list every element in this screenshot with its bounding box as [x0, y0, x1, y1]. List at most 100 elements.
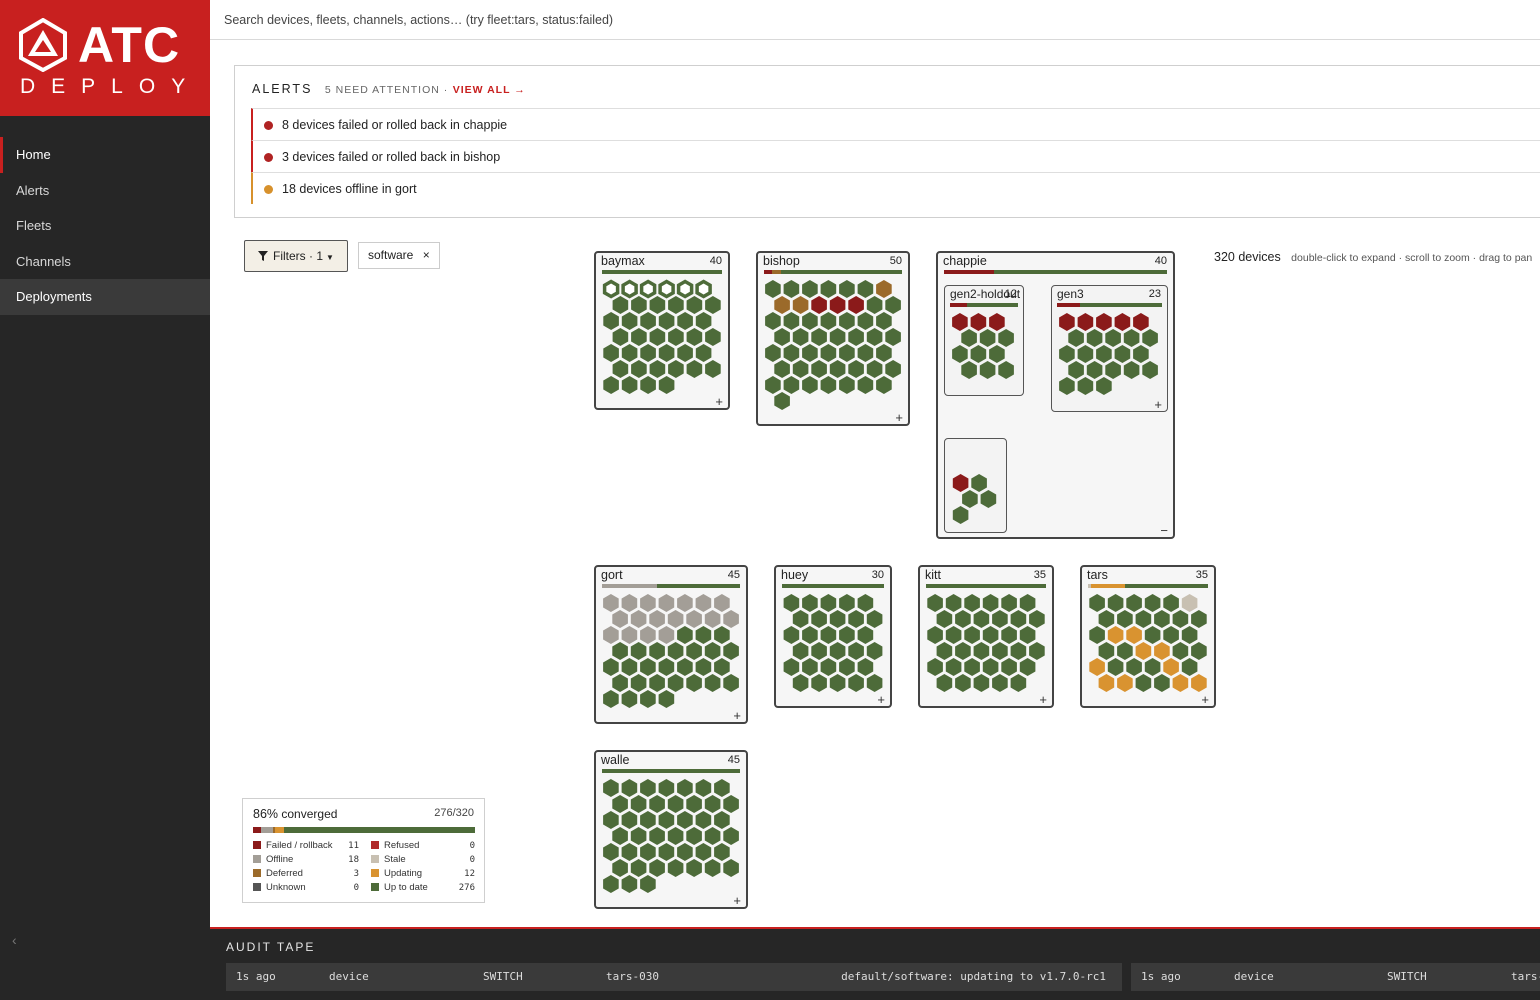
device-hex[interactable] — [1107, 626, 1124, 644]
device-hex[interactable] — [1089, 594, 1105, 612]
device-hex[interactable] — [686, 642, 702, 660]
collapse-sidebar-icon[interactable]: ‹ — [12, 932, 17, 948]
device-hex[interactable] — [686, 296, 703, 314]
device-hex[interactable] — [704, 610, 721, 628]
device-hex[interactable] — [783, 658, 800, 676]
device-hex[interactable] — [658, 312, 675, 330]
device-hex[interactable] — [982, 594, 999, 612]
device-hex[interactable] — [630, 610, 647, 628]
device-hex[interactable] — [723, 674, 739, 692]
device-hex[interactable] — [640, 811, 656, 829]
device-hex[interactable] — [658, 594, 675, 612]
device-hex[interactable] — [1181, 658, 1198, 676]
device-hex[interactable] — [982, 658, 999, 676]
device-hex[interactable] — [961, 361, 977, 379]
device-hex[interactable] — [667, 827, 684, 845]
device-hex[interactable] — [667, 674, 684, 692]
collapse-fleet-icon[interactable]: − — [1160, 523, 1168, 538]
device-hex[interactable] — [783, 344, 800, 362]
device-hex[interactable] — [1172, 610, 1189, 628]
device-hex[interactable] — [1086, 329, 1103, 347]
device-hex[interactable] — [1126, 626, 1142, 644]
device-hex[interactable] — [1077, 377, 1094, 395]
device-hex[interactable] — [848, 296, 864, 314]
device-hex[interactable] — [857, 658, 874, 676]
device-hex[interactable] — [631, 296, 647, 314]
device-hex[interactable] — [857, 312, 874, 330]
device-hex[interactable] — [695, 594, 712, 612]
device-hex[interactable] — [802, 626, 818, 644]
device-hex[interactable] — [1135, 674, 1152, 692]
device-hex[interactable] — [1117, 642, 1133, 660]
device-hex[interactable] — [649, 674, 665, 692]
brand-logo[interactable]: ATC DEPLOY — [0, 0, 210, 116]
device-hex[interactable] — [649, 296, 666, 314]
fleet-card-bishop[interactable]: bishop 50 + — [756, 251, 910, 426]
device-hex[interactable] — [621, 779, 638, 797]
device-hex[interactable] — [774, 328, 790, 346]
device-hex[interactable] — [792, 360, 809, 378]
device-hex[interactable] — [802, 658, 818, 676]
device-hex[interactable] — [866, 674, 883, 692]
device-hex[interactable] — [829, 610, 846, 628]
device-hex[interactable] — [1191, 610, 1207, 628]
device-hex[interactable] — [1191, 674, 1207, 692]
expand-fleet-icon[interactable]: + — [733, 708, 741, 723]
device-hex[interactable] — [1154, 642, 1170, 660]
device-hex[interactable] — [695, 626, 712, 644]
device-hex[interactable] — [820, 658, 837, 676]
device-hex[interactable] — [927, 658, 943, 676]
device-hex[interactable] — [848, 610, 864, 628]
device-hex[interactable] — [640, 658, 656, 676]
device-hex[interactable] — [649, 642, 665, 660]
device-hex[interactable] — [802, 280, 818, 298]
device-hex[interactable] — [936, 642, 953, 660]
filter-chip[interactable]: software × — [358, 242, 440, 269]
device-hex[interactable] — [658, 843, 675, 861]
device-hex[interactable] — [970, 345, 987, 363]
device-hex[interactable] — [723, 827, 739, 845]
device-hex[interactable] — [1077, 345, 1094, 363]
device-hex[interactable] — [668, 360, 684, 378]
device-hex[interactable] — [621, 626, 638, 644]
device-hex[interactable] — [640, 594, 656, 612]
device-hex[interactable] — [612, 795, 628, 813]
device-hex[interactable] — [677, 843, 693, 861]
device-hex[interactable] — [964, 658, 980, 676]
device-hex[interactable] — [774, 392, 790, 410]
device-hex[interactable] — [857, 594, 874, 612]
device-hex[interactable] — [677, 312, 693, 330]
device-hex[interactable] — [820, 344, 837, 362]
device-hex[interactable] — [792, 642, 809, 660]
device-hex[interactable] — [1105, 361, 1121, 379]
device-hex[interactable] — [1096, 377, 1112, 395]
device-hex[interactable] — [1019, 626, 1036, 644]
device-hex[interactable] — [952, 474, 969, 492]
device-hex[interactable] — [695, 658, 712, 676]
device-hex[interactable] — [802, 594, 818, 612]
device-hex[interactable] — [723, 795, 739, 813]
device-hex[interactable] — [783, 376, 800, 394]
device-hex[interactable] — [989, 313, 1005, 331]
device-hex[interactable] — [677, 779, 693, 797]
device-hex[interactable] — [792, 328, 809, 346]
device-hex[interactable] — [973, 610, 990, 628]
device-hex[interactable] — [705, 296, 721, 314]
device-hex[interactable] — [866, 328, 883, 346]
device-hex[interactable] — [723, 859, 739, 877]
device-hex[interactable] — [945, 626, 962, 644]
device-hex[interactable] — [677, 658, 693, 676]
device-hex[interactable] — [612, 859, 628, 877]
device-hex[interactable] — [783, 594, 800, 612]
filters-button[interactable]: Filters · 1 ▼ — [244, 240, 348, 272]
device-hex[interactable] — [1123, 329, 1140, 347]
search-input[interactable] — [224, 10, 1524, 30]
device-hex[interactable] — [1163, 626, 1179, 644]
device-hex[interactable] — [667, 859, 684, 877]
device-hex[interactable] — [667, 795, 684, 813]
device-hex[interactable] — [961, 329, 977, 347]
device-hex[interactable] — [686, 674, 702, 692]
remove-filter-icon[interactable]: × — [423, 248, 430, 262]
device-hex[interactable] — [802, 312, 818, 330]
device-hex[interactable] — [658, 626, 675, 644]
